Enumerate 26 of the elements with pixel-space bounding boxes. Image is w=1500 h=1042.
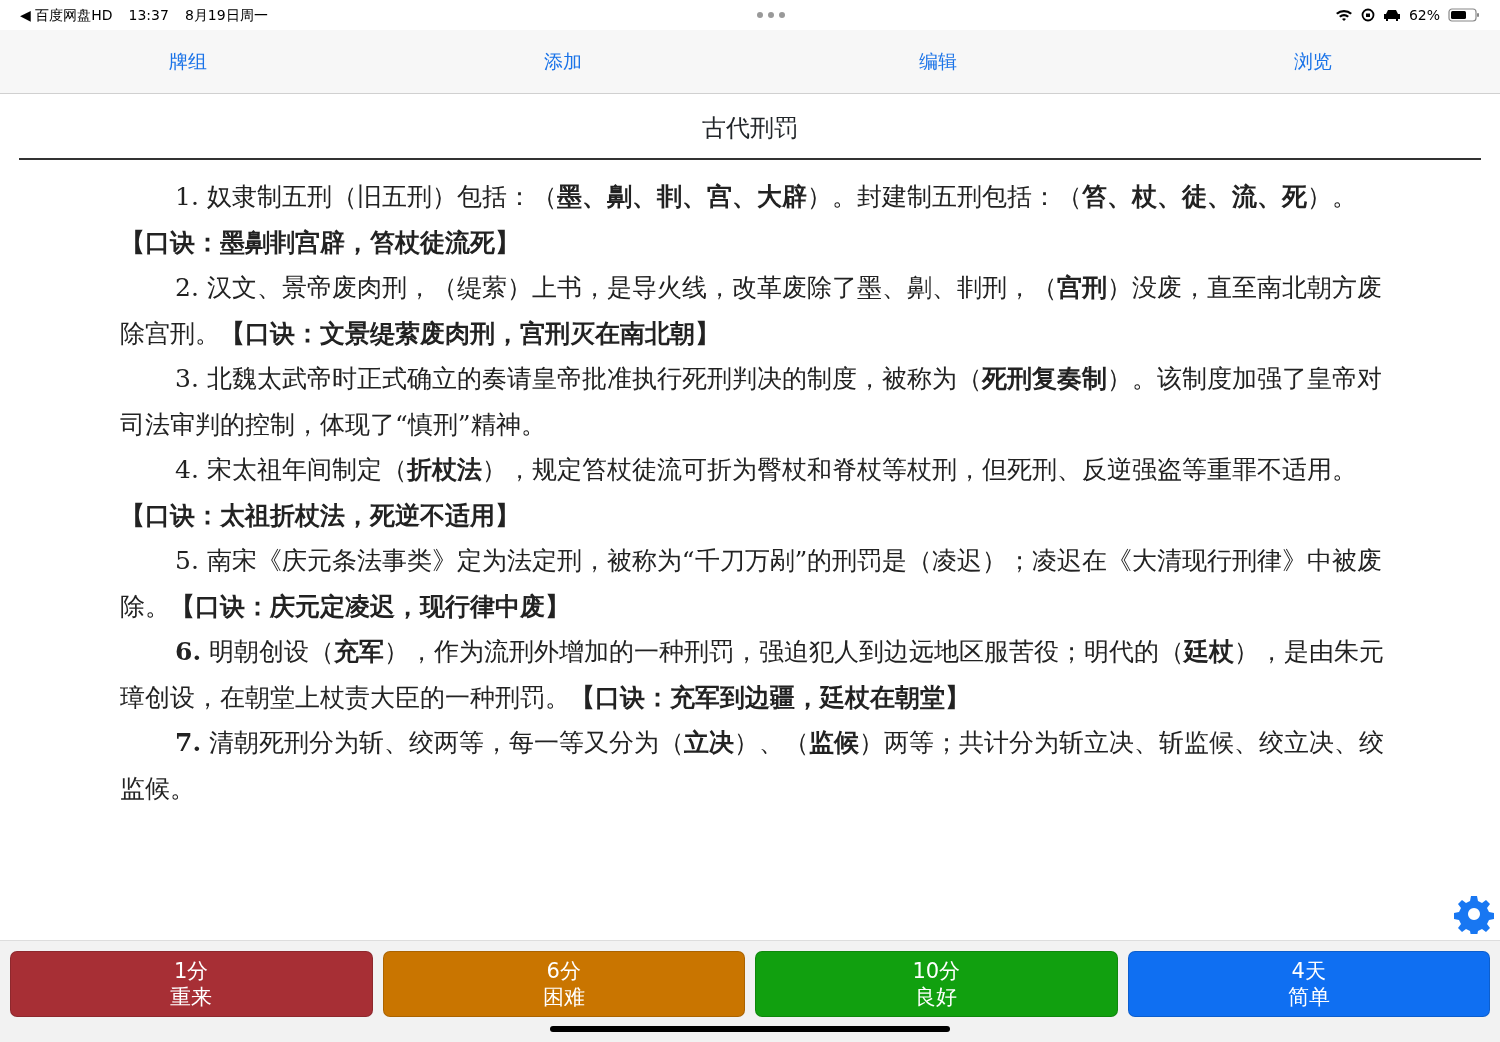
paragraph: 6. 明朝创设（充军），作为流刑外增加的一种刑罚，强迫犯人到边远地区服苦役；明代的（廷杖），是由朱元璋创设，在朝堂上杖责大臣的一种刑罚。【口诀：充军到边疆，廷杖在朝堂】 bbox=[120, 636, 1385, 714]
tab[interactable]: 牌组 bbox=[162, 46, 213, 77]
paragraph: 4. 宋太祖年间制定（折杖法），规定笞杖徒流可折为臀杖和脊杖等杖刑，但死刑、反逆强盗等重罪不适用。【口诀：太祖折杖法，死逆不适用】 bbox=[120, 454, 1358, 532]
paragraph: 1. 奴隶制五刑（旧五刑）包括：（墨、劓、剕、宫、大辟）。封建制五刑包括：（笞、杖、徒、流、死）。【口诀：墨劓剕宫辟，笞杖徒流死】 bbox=[120, 181, 1358, 259]
answer-button[interactable]: 10分 良好 bbox=[755, 951, 1118, 1017]
answer-button[interactable]: 1分 重来 bbox=[10, 951, 373, 1017]
paragraph: 2. 汉文、景帝废肉刑，（缇萦）上书，是导火线，改革废除了墨、劓、剕刑，（宫刑）没废，直至南北朝方废除宫刑。【口诀：文景缇萦废肉刑，宫刑灭在南北朝】 bbox=[120, 272, 1383, 350]
paragraph: 5. 南宋《庆元条法事类》定为法定刑，被称为“千刀万剐”的刑罚是（凌迟）；凌迟在《大清现行刑律》中被废除。【口诀：庆元定凌迟，现行律中废】 bbox=[120, 545, 1384, 623]
status-time: 13:37 bbox=[128, 5, 169, 25]
multitasking-dots-icon[interactable] bbox=[756, 11, 787, 19]
battery-percent: 62% bbox=[1408, 5, 1440, 25]
back-to-app-link[interactable]: ◀ 百度网盘HD bbox=[20, 4, 113, 26]
answer-button[interactable]: 6分 困难 bbox=[382, 951, 745, 1017]
answer-button[interactable]: 4天 简单 bbox=[1127, 951, 1490, 1017]
tab[interactable]: 添加 bbox=[537, 46, 588, 77]
status-date: 8月19日周一 bbox=[184, 5, 268, 25]
car-icon bbox=[1382, 9, 1401, 21]
paragraph: 7. 清朝死刑分为斩、绞两等，每一等又分为（立决）、（监候）两等；共计分为斩立决、斩监候、绞立决、绞监候。 bbox=[120, 727, 1385, 805]
card-title: 古代刑罚 bbox=[701, 113, 799, 144]
tab[interactable]: 编辑 bbox=[912, 46, 963, 77]
rotation-lock-icon bbox=[1360, 8, 1375, 22]
settings-icon[interactable] bbox=[1454, 894, 1494, 934]
wifi-icon bbox=[1334, 8, 1353, 22]
battery-icon bbox=[1448, 8, 1480, 22]
paragraph: 3. 北魏太武帝时正式确立的奏请皇帝批准执行死刑判决的制度，被称为（死刑复奏制）。该制度加强了皇帝对司法审判的控制，体现了“慎刑”精神。 bbox=[120, 363, 1383, 441]
tab[interactable]: 浏览 bbox=[1287, 46, 1338, 77]
